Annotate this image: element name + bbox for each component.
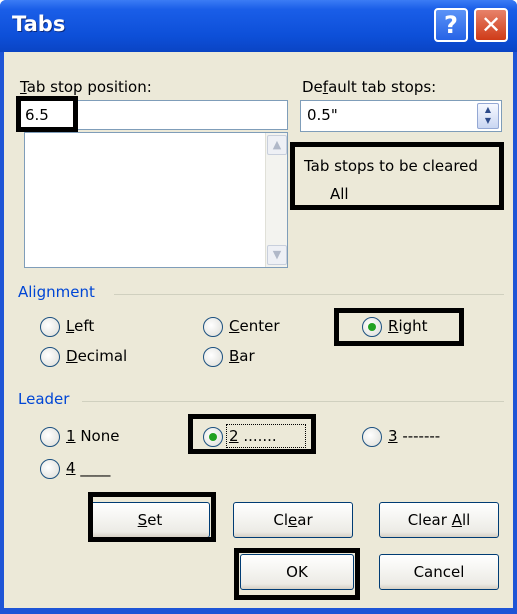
highlight-ok-button <box>234 548 360 600</box>
align-bar-label[interactable]: Bar <box>229 347 255 365</box>
spinner-up-icon: ▲ <box>484 105 492 114</box>
clear-button[interactable]: Clear <box>233 502 353 538</box>
close-icon: ✕ <box>480 11 502 39</box>
default-tab-stops-spinner[interactable]: ▲ ▼ <box>477 103 499 129</box>
dialog-title: Tabs <box>12 12 66 36</box>
leader-dashes-label[interactable]: 3 ------- <box>388 427 440 445</box>
clear-all-button[interactable]: Clear All <box>379 502 499 538</box>
leader-divider <box>82 401 504 402</box>
tabs-dialog: Tabs ? ✕ Tab stop position: 6.5 ▲ ▼ Defa… <box>0 0 517 614</box>
leader-group-label: Leader <box>18 390 70 408</box>
align-left-label[interactable]: Left <box>66 317 94 335</box>
align-decimal-radio[interactable] <box>40 347 60 367</box>
close-button[interactable]: ✕ <box>474 8 508 42</box>
align-center-label[interactable]: Center <box>229 317 280 335</box>
alignment-divider <box>114 294 504 295</box>
highlight-leader-dots <box>188 414 316 454</box>
up-arrow-icon: ▲ <box>272 138 282 151</box>
align-center-radio[interactable] <box>203 317 223 337</box>
leader-none-radio[interactable] <box>40 427 60 447</box>
leader-underline-label[interactable]: 4 ____ <box>66 459 110 477</box>
align-decimal-label[interactable]: Decimal <box>66 347 127 365</box>
help-icon: ? <box>444 11 458 39</box>
scroll-up-button[interactable]: ▲ <box>267 135 287 155</box>
align-left-radio[interactable] <box>40 317 60 337</box>
highlight-set-button <box>88 492 216 542</box>
default-tab-stops-value: 0.5" <box>307 106 338 124</box>
help-button[interactable]: ? <box>434 8 468 42</box>
down-arrow-icon: ▼ <box>272 248 282 261</box>
tab-stop-position-label: Tab stop position: <box>20 78 152 96</box>
tab-stop-list-scrollbar[interactable]: ▲ ▼ <box>265 133 287 267</box>
alignment-group-label: Alignment <box>18 283 95 301</box>
leader-underline-radio[interactable] <box>40 459 60 479</box>
highlight-tab-stop-position <box>16 96 78 132</box>
default-tab-stops-input[interactable]: 0.5" ▲ ▼ <box>300 100 502 132</box>
spinner-down-icon: ▼ <box>484 116 492 125</box>
cancel-button[interactable]: Cancel <box>379 554 499 590</box>
dialog-body: Tab stop position: 6.5 ▲ ▼ Default tab s… <box>4 52 513 608</box>
tab-stop-list[interactable]: ▲ ▼ <box>24 132 288 268</box>
scroll-down-button[interactable]: ▼ <box>267 245 287 265</box>
highlight-tab-stops-to-be-cleared <box>290 142 504 210</box>
default-tab-stops-label: Default tab stops: <box>302 78 437 96</box>
leader-dashes-radio[interactable] <box>362 427 382 447</box>
align-bar-radio[interactable] <box>203 347 223 367</box>
leader-none-label[interactable]: 1 None <box>66 427 119 445</box>
highlight-right-alignment <box>334 308 464 346</box>
title-bar[interactable]: Tabs ? ✕ <box>0 0 517 52</box>
